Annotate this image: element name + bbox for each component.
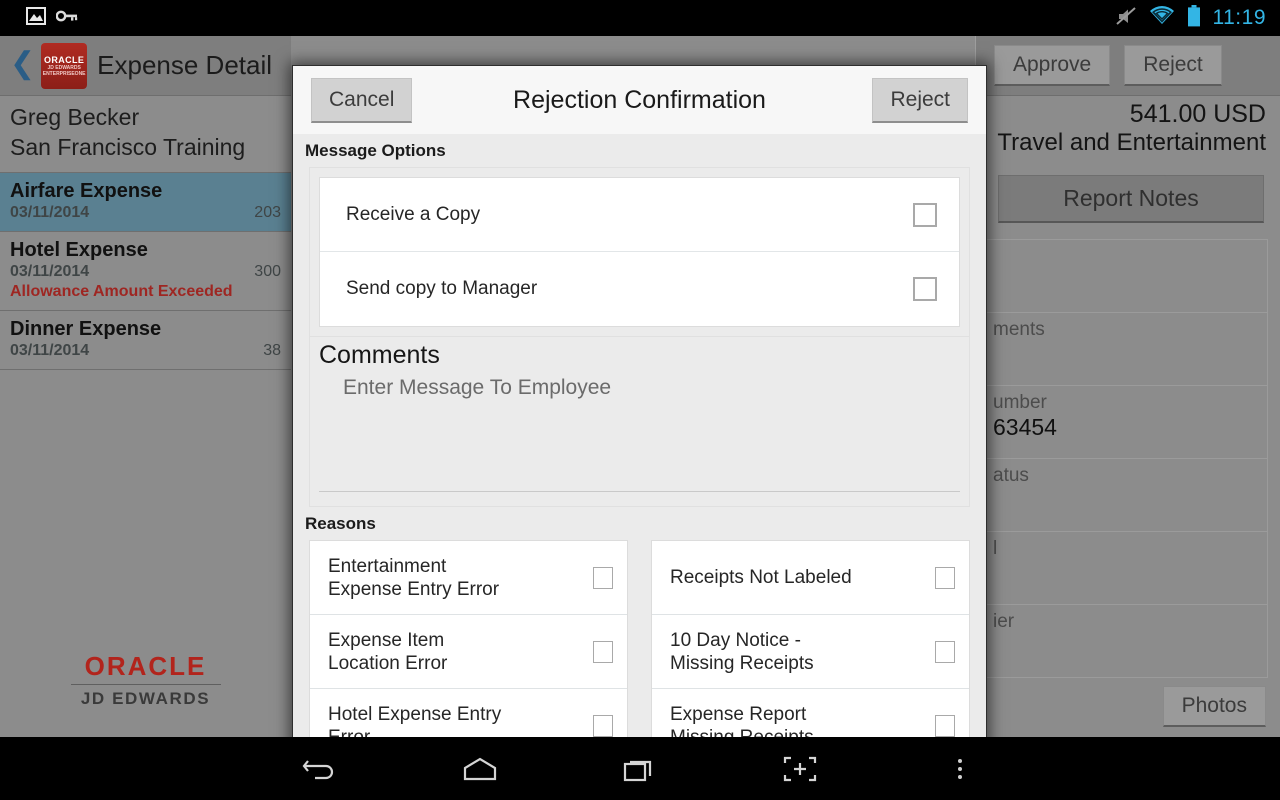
mute-icon — [1115, 6, 1137, 31]
reason-checkbox[interactable] — [593, 566, 613, 589]
cancel-button[interactable]: Cancel — [311, 77, 413, 123]
message-options-label: Message Options — [305, 141, 446, 160]
android-nav-bar — [0, 737, 1280, 800]
receive-a-copy-checkbox[interactable] — [913, 202, 937, 227]
status-bar: 11:19 — [0, 0, 1280, 36]
reason-row[interactable]: 10 Day Notice - Missing Receipts — [652, 615, 969, 689]
status-bar-notifications[interactable] — [0, 6, 78, 30]
back-icon[interactable] — [288, 745, 352, 793]
reason-checkbox[interactable] — [935, 640, 955, 663]
reason-row[interactable]: Receipts Not Labeled — [652, 541, 969, 615]
image-icon — [26, 6, 46, 30]
reason-label: Expense Report Missing Receipts — [670, 704, 814, 737]
dialog-reject-button[interactable]: Reject — [872, 77, 968, 123]
rejection-confirmation-dialog: Cancel Rejection Confirmation Reject Mes… — [293, 66, 986, 737]
wifi-icon — [1149, 6, 1175, 30]
message-options-group: Receive a Copy Send copy to Manager — [309, 167, 970, 337]
dialog-title-bar: Cancel Rejection Confirmation Reject — [293, 66, 986, 134]
send-copy-to-manager-checkbox[interactable] — [913, 277, 937, 301]
status-bar-clock: 11:19 — [1212, 6, 1266, 29]
android-screen: 11:19 ❮ ORACLE JD EDWARDS ENTERPRISEONE … — [0, 0, 1280, 800]
reason-row[interactable]: Expense Item Location Error — [310, 615, 627, 689]
key-icon — [55, 9, 78, 28]
reason-row[interactable]: Expense Report Missing Receipts — [652, 689, 969, 737]
status-bar-system-icons[interactable]: 11:19 — [1115, 4, 1280, 32]
reason-label: Entertainment Expense Entry Error — [328, 555, 500, 600]
message-option-row[interactable]: Receive a Copy — [320, 178, 959, 252]
reason-label: 10 Day Notice - Missing Receipts — [670, 629, 814, 674]
reasons-grid: Entertainment Expense Entry Error Expens… — [309, 540, 970, 737]
reason-checkbox[interactable] — [593, 640, 613, 663]
message-option-label: Receive a Copy — [346, 203, 481, 225]
comments-label: Comments — [319, 341, 440, 369]
reason-checkbox[interactable] — [935, 566, 955, 589]
message-option-row[interactable]: Send copy to Manager — [320, 252, 959, 326]
reason-label: Hotel Expense Entry Error — [328, 704, 502, 737]
overflow-menu-icon[interactable] — [928, 745, 992, 793]
reason-row[interactable]: Entertainment Expense Entry Error — [310, 541, 627, 615]
reasons-label: Reasons — [305, 514, 376, 533]
app-content: ❮ ORACLE JD EDWARDS ENTERPRISEONE Expens… — [0, 36, 1280, 737]
reason-label: Receipts Not Labeled — [670, 567, 852, 588]
recents-icon[interactable] — [608, 745, 672, 793]
comments-group: Comments — [309, 337, 970, 507]
reason-row[interactable]: Hotel Expense Entry Error — [310, 689, 627, 737]
reason-checkbox[interactable] — [935, 715, 955, 737]
reasons-column-right: Receipts Not Labeled 10 Day Notice - Mis… — [651, 540, 970, 737]
comments-input[interactable] — [319, 372, 960, 492]
dialog-body: Message Options Receive a Copy Send copy… — [293, 134, 986, 737]
reason-label: Expense Item Location Error — [328, 629, 448, 674]
message-option-label: Send copy to Manager — [346, 278, 538, 299]
reasons-column-left: Entertainment Expense Entry Error Expens… — [309, 540, 628, 737]
home-icon[interactable] — [448, 745, 512, 793]
screenshot-add-icon[interactable] — [768, 745, 832, 793]
reason-checkbox[interactable] — [593, 715, 613, 737]
battery-icon — [1187, 4, 1201, 32]
